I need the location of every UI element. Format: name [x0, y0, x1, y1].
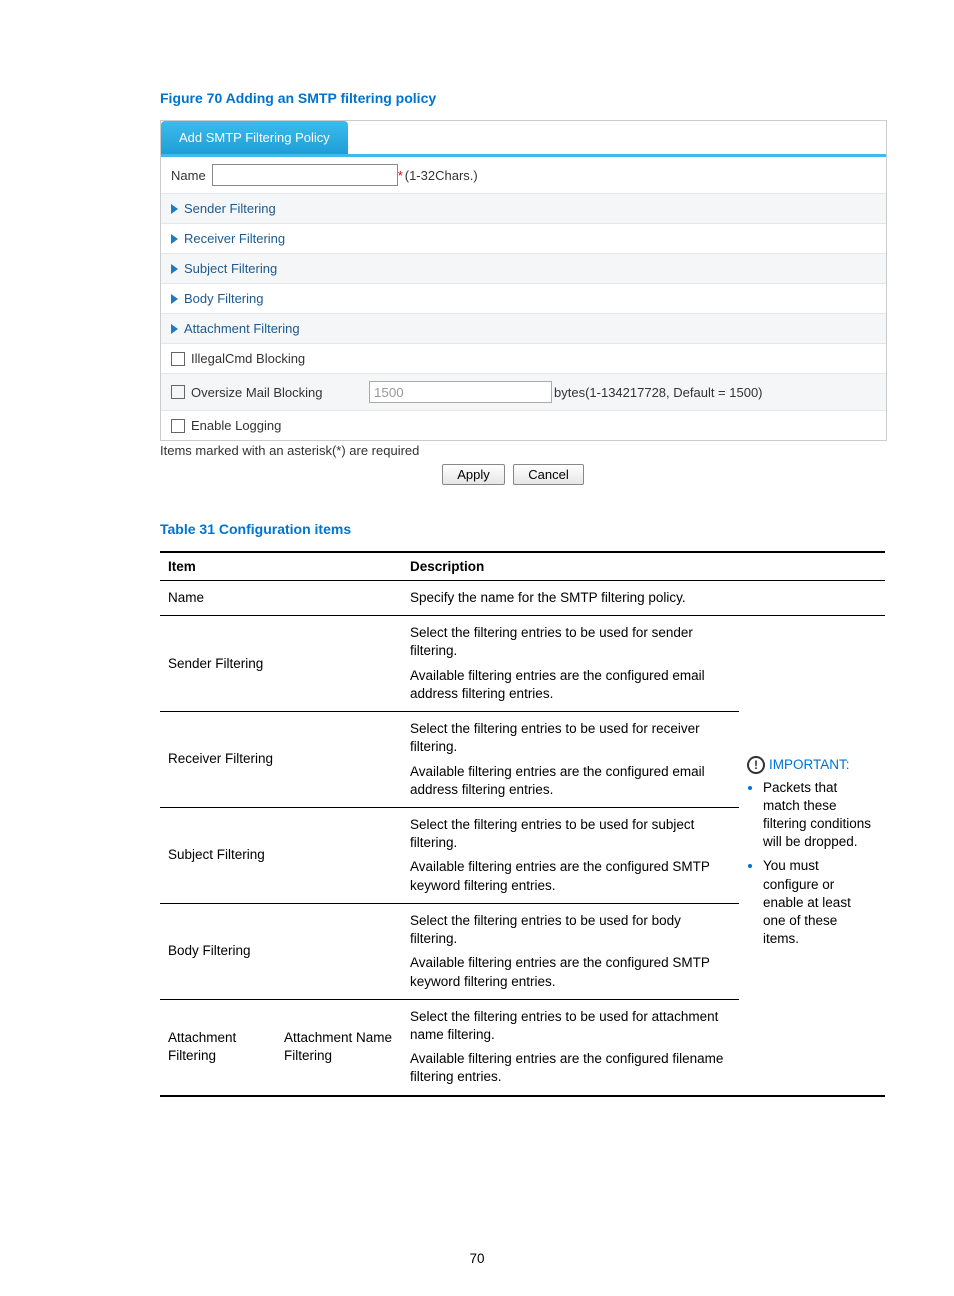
- tab-strip: Add SMTP Filtering Policy: [161, 120, 886, 157]
- row-oversize-blocking: Oversize Mail Blocking bytes(1-134217728…: [161, 374, 886, 411]
- row-illegalcmd-blocking: IllegalCmd Blocking: [161, 344, 886, 374]
- apply-button[interactable]: Apply: [442, 464, 505, 485]
- chevron-right-icon: [171, 324, 178, 334]
- chevron-right-icon: [171, 234, 178, 244]
- name-hint: (1-32Chars.): [405, 168, 478, 183]
- smtp-filtering-form: Add SMTP Filtering Policy Name *(1-32Cha…: [160, 120, 887, 441]
- table-row: Name Specify the name for the SMTP filte…: [160, 581, 885, 616]
- row-name: Name *(1-32Chars.): [161, 157, 886, 194]
- figure-caption: Figure 70 Adding an SMTP filtering polic…: [160, 90, 866, 106]
- table-row: Sender Filtering Select the filtering en…: [160, 616, 885, 712]
- cancel-button[interactable]: Cancel: [513, 464, 583, 485]
- name-input[interactable]: [212, 164, 398, 186]
- chevron-right-icon: [171, 204, 178, 214]
- exclamation-icon: !: [747, 756, 765, 774]
- table-caption: Table 31 Configuration items: [160, 521, 866, 537]
- row-enable-logging: Enable Logging: [161, 411, 886, 440]
- chevron-right-icon: [171, 294, 178, 304]
- button-row: Apply Cancel: [160, 464, 866, 485]
- oversize-checkbox[interactable]: [171, 385, 185, 399]
- col-description: Description: [402, 552, 739, 581]
- oversize-hint: bytes(1-134217728, Default = 1500): [554, 385, 763, 400]
- required-star: *: [398, 168, 403, 183]
- oversize-input[interactable]: [369, 381, 552, 403]
- configuration-table: Item Description Name Specify the name f…: [160, 551, 885, 1097]
- page-number: 70: [0, 1251, 954, 1266]
- row-sender-filtering[interactable]: Sender Filtering: [161, 194, 886, 224]
- row-attachment-filtering[interactable]: Attachment Filtering: [161, 314, 886, 344]
- row-body-filtering[interactable]: Body Filtering: [161, 284, 886, 314]
- col-item: Item: [160, 552, 402, 581]
- chevron-right-icon: [171, 264, 178, 274]
- row-subject-filtering[interactable]: Subject Filtering: [161, 254, 886, 284]
- illegalcmd-checkbox[interactable]: [171, 352, 185, 366]
- name-label: Name: [171, 168, 206, 183]
- important-note: ! IMPORTANT: Packets that match these fi…: [739, 616, 885, 1096]
- row-receiver-filtering[interactable]: Receiver Filtering: [161, 224, 886, 254]
- required-footnote: Items marked with an asterisk(*) are req…: [160, 443, 866, 458]
- logging-checkbox[interactable]: [171, 419, 185, 433]
- tab-add-policy[interactable]: Add SMTP Filtering Policy: [161, 121, 348, 154]
